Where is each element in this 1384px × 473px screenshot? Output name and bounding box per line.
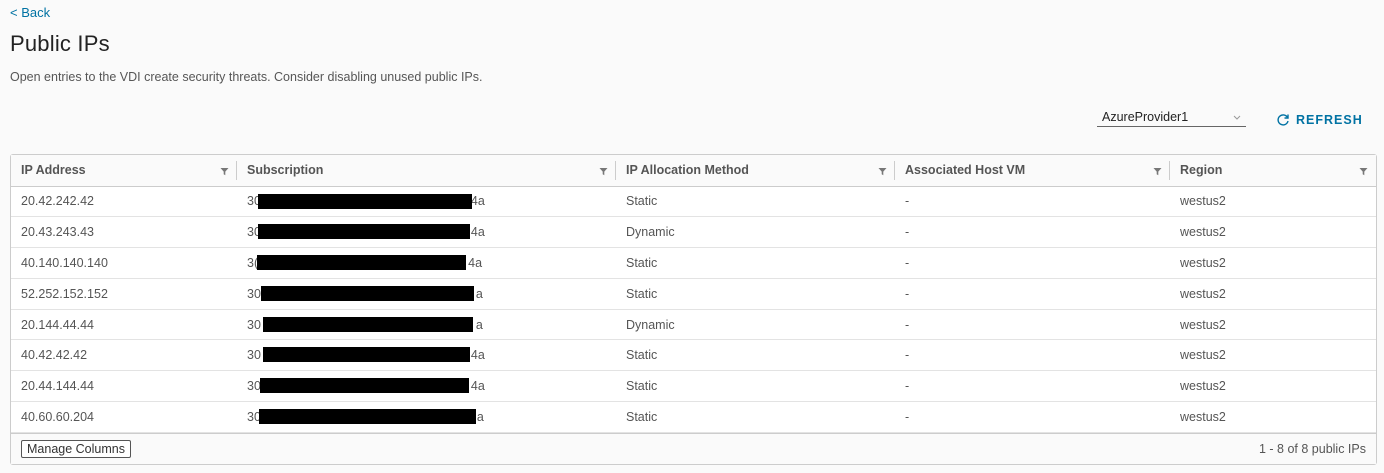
redaction-bar xyxy=(257,255,466,271)
cell-ip-address: 40.60.60.204 xyxy=(21,409,94,424)
cell-subscription: 30 4a xyxy=(237,371,616,402)
filter-icon[interactable] xyxy=(220,167,229,176)
table-row[interactable]: 20.144.44.44 30 a Dynamic - westus2 xyxy=(11,309,1376,340)
redaction-bar xyxy=(261,285,474,301)
cell-subscription: 30 a xyxy=(237,309,616,340)
cell-ip-address: 20.144.44.44 xyxy=(21,317,94,332)
cell-ip-address: 20.44.144.44 xyxy=(21,379,94,394)
column-header-region[interactable]: Region xyxy=(1170,155,1376,187)
manage-columns-button[interactable]: Manage Columns xyxy=(21,440,131,458)
subscription-prefix: 30 xyxy=(247,348,261,363)
subscription-suffix: a xyxy=(475,286,483,301)
cell-associated-host-vm: - xyxy=(905,255,910,270)
cell-region: westus2 xyxy=(1180,255,1226,270)
subscription-suffix: 4a xyxy=(468,255,483,270)
column-header-ip-address[interactable]: IP Address xyxy=(11,155,237,187)
table-header-row: IP Address Subscription IP Allocation Me… xyxy=(11,155,1376,187)
table-row[interactable]: 40.140.140.140 3(4a Static - westus2 xyxy=(11,248,1376,279)
filter-icon[interactable] xyxy=(599,167,608,176)
subscription-suffix: a xyxy=(476,409,484,424)
column-header-ip-allocation-method[interactable]: IP Allocation Method xyxy=(616,155,895,187)
redaction-bar xyxy=(259,409,476,425)
table-row[interactable]: 20.42.242.42 30 4a Static - westus2 xyxy=(11,186,1376,217)
cell-region: westus2 xyxy=(1180,348,1226,363)
cell-associated-host-vm: - xyxy=(905,286,910,301)
filter-icon[interactable] xyxy=(878,167,887,176)
refresh-button[interactable]: REFRESH xyxy=(1276,110,1363,130)
public-ips-datagrid: IP Address Subscription IP Allocation Me… xyxy=(10,154,1377,465)
datagrid-footer: Manage Columns 1 - 8 of 8 public IPs xyxy=(11,433,1376,464)
cell-associated-host-vm: - xyxy=(905,317,910,332)
refresh-label: REFRESH xyxy=(1296,113,1363,127)
cell-region: westus2 xyxy=(1180,225,1226,240)
page-description: Open entries to the VDI create security … xyxy=(10,70,483,84)
table-row[interactable]: 40.60.60.204 30 a Static - westus2 xyxy=(11,402,1376,433)
cell-ip-allocation-method: Static xyxy=(626,286,658,301)
cell-subscription: 30 a xyxy=(237,278,616,309)
cell-ip-allocation-method: Dynamic xyxy=(626,317,675,332)
column-header-label: Associated Host VM xyxy=(905,163,1026,178)
subscription-prefix: 30 xyxy=(247,286,261,301)
subscription-suffix: 4a xyxy=(470,379,485,394)
chevron-down-icon xyxy=(1233,115,1241,120)
cell-region: westus2 xyxy=(1180,379,1226,394)
subscription-suffix: a xyxy=(475,317,483,332)
page-title: Public IPs xyxy=(10,31,110,56)
subscription-prefix: 30 xyxy=(247,379,261,394)
cell-subscription: 30 4a xyxy=(237,340,616,371)
table-row[interactable]: 20.43.243.43 30 4a Dynamic - westus2 xyxy=(11,217,1376,248)
column-header-label: Region xyxy=(1180,163,1223,178)
cell-ip-address: 40.140.140.140 xyxy=(21,255,108,270)
table-row[interactable]: 20.44.144.44 30 4a Static - westus2 xyxy=(11,371,1376,402)
back-link[interactable]: < Back xyxy=(10,5,50,20)
cell-associated-host-vm: - xyxy=(905,379,910,394)
table-row[interactable]: 52.252.152.152 30 a Static - westus2 xyxy=(11,278,1376,310)
provider-select[interactable]: AzureProvider1 xyxy=(1097,108,1246,127)
cell-ip-address: 52.252.152.152 xyxy=(21,286,108,301)
subscription-suffix: 4a xyxy=(470,348,485,363)
cell-ip-address: 40.42.42.42 xyxy=(21,348,88,363)
cell-subscription: 30 a xyxy=(237,402,616,433)
cell-associated-host-vm: - xyxy=(905,225,910,240)
subscription-prefix: 30 xyxy=(247,317,261,332)
redaction-bar xyxy=(260,378,469,394)
subscription-suffix: 4a xyxy=(470,225,485,240)
cell-associated-host-vm: - xyxy=(905,348,910,363)
column-header-label: IP Address xyxy=(21,163,86,178)
redaction-bar xyxy=(258,193,472,209)
column-header-associated-host-vm[interactable]: Associated Host VM xyxy=(895,155,1170,187)
subscription-suffix: 4a xyxy=(470,194,485,209)
cell-subscription: 3(4a xyxy=(237,248,616,279)
table-row[interactable]: 40.42.42.42 30 4a Static - westus2 xyxy=(11,340,1376,371)
cell-associated-host-vm: - xyxy=(905,409,910,424)
redaction-bar xyxy=(263,347,470,363)
public-ips-table: IP Address Subscription IP Allocation Me… xyxy=(11,155,1376,433)
column-header-label: IP Allocation Method xyxy=(626,163,749,178)
cell-ip-allocation-method: Static xyxy=(626,255,658,270)
cell-ip-allocation-method: Static xyxy=(626,348,658,363)
filter-icon[interactable] xyxy=(1153,167,1162,176)
cell-ip-allocation-method: Static xyxy=(626,194,658,209)
cell-subscription: 30 4a xyxy=(237,186,616,217)
column-header-subscription[interactable]: Subscription xyxy=(237,155,616,187)
filter-icon[interactable] xyxy=(1359,167,1368,176)
cell-associated-host-vm: - xyxy=(905,194,910,209)
cell-subscription: 30 4a xyxy=(237,217,616,248)
provider-select-value: AzureProvider1 xyxy=(1102,110,1189,124)
cell-ip-allocation-method: Dynamic xyxy=(626,225,675,240)
cell-region: westus2 xyxy=(1180,286,1226,301)
column-header-label: Subscription xyxy=(247,163,324,178)
refresh-icon xyxy=(1277,114,1289,126)
cell-ip-allocation-method: Static xyxy=(626,409,658,424)
cell-region: westus2 xyxy=(1180,317,1226,332)
cell-ip-address: 20.42.242.42 xyxy=(21,194,94,209)
cell-ip-allocation-method: Static xyxy=(626,379,658,394)
pagination-description: 1 - 8 of 8 public IPs xyxy=(1258,442,1366,456)
redaction-bar xyxy=(263,316,473,332)
cell-ip-address: 20.43.243.43 xyxy=(21,225,94,240)
cell-region: westus2 xyxy=(1180,409,1226,424)
cell-region: westus2 xyxy=(1180,194,1226,209)
redaction-bar xyxy=(258,224,470,240)
